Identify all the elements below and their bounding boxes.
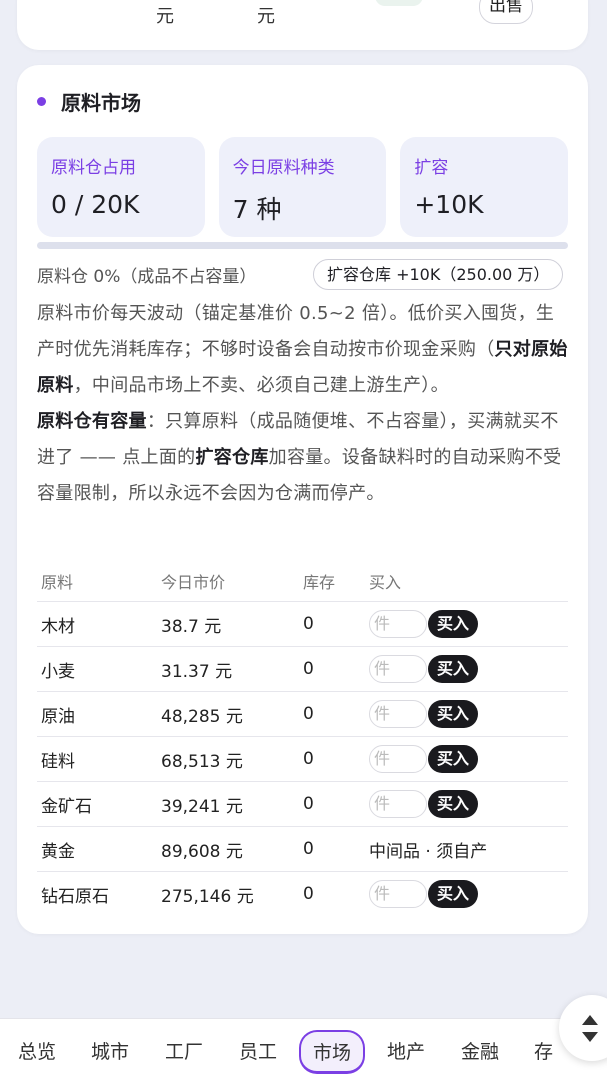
buy-controls: 件 买入 <box>369 737 478 781</box>
sell-button[interactable]: 出售 <box>479 0 533 24</box>
material-name: 黄金 <box>41 841 75 862</box>
material-name: 硅料 <box>41 751 75 772</box>
quantity-input[interactable]: 件 <box>369 790 427 818</box>
warehouse-status-row: 原料仓 0%（成品不占容量） 扩容仓库 +10K（250.00 万） <box>37 259 568 291</box>
material-stock: 0 <box>303 704 314 724</box>
stat-warehouse-usage: 原料仓占用 0 / 20K <box>37 137 205 237</box>
unit-label: 元 <box>257 6 275 27</box>
table-row: 原油 48,285 元 0 件 买入 <box>37 691 568 736</box>
table-row: 金矿石 39,241 元 0 件 买入 <box>37 781 568 826</box>
nav-item-finance[interactable]: 金融 <box>461 1037 499 1064</box>
buy-controls: 件 买入 <box>369 782 478 826</box>
material-table: 原料 今日市价 库存 买入 木材 38.7 元 0 件 买入 小麦 31.37 … <box>37 561 568 916</box>
nav-item-staff[interactable]: 员工 <box>239 1037 277 1064</box>
buy-controls: 件 买入 <box>369 647 478 691</box>
quantity-input[interactable]: 件 <box>369 610 427 638</box>
material-name: 木材 <box>41 616 75 637</box>
table-row: 钻石原石 275,146 元 0 件 买入 <box>37 871 568 916</box>
quantity-input[interactable]: 件 <box>369 745 427 773</box>
nav-item-city[interactable]: 城市 <box>91 1037 129 1064</box>
buy-controls: 件 买入 <box>369 692 478 736</box>
stat-expansion: 扩容 +10K <box>400 137 569 237</box>
desc-emphasis: 扩容仓库 <box>195 447 269 468</box>
stat-value: +10K <box>414 190 484 219</box>
column-header: 今日市价 <box>161 573 226 592</box>
quantity-input[interactable]: 件 <box>369 880 427 908</box>
stat-value: 0 / 20K <box>51 190 140 219</box>
buy-button[interactable]: 买入 <box>428 880 478 908</box>
unit-label: 元 <box>156 6 174 27</box>
card-header: 原料市场 <box>37 87 141 116</box>
table-row: 木材 38.7 元 0 件 买入 <box>37 601 568 646</box>
desc-emphasis: 原料仓有容量 <box>37 411 147 432</box>
material-price: 89,608 元 <box>161 841 243 862</box>
material-price: 68,513 元 <box>161 751 243 772</box>
quantity-input[interactable]: 件 <box>369 655 427 683</box>
arrow-down-icon <box>582 1032 598 1042</box>
market-description: 原料市价每天波动（锚定基准价 0.5~2 倍）。低价买入囤货，生产时优先消耗库存… <box>37 296 568 512</box>
raw-material-market-card: 原料市场 原料仓占用 0 / 20K 今日原料种类 7 种 扩容 +10K 原料… <box>17 65 588 934</box>
material-name: 小麦 <box>41 661 75 682</box>
nav-item-market[interactable]: 市场 <box>299 1030 366 1074</box>
arrow-up-icon <box>582 1015 598 1025</box>
nav-item-factory[interactable]: 工厂 <box>165 1037 203 1064</box>
stat-label: 原料仓占用 <box>51 158 136 178</box>
description-paragraph: 原料市价每天波动（锚定基准价 0.5~2 倍）。低价买入囤货，生产时优先消耗库存… <box>37 296 568 404</box>
buy-button[interactable]: 买入 <box>428 655 478 683</box>
nav-item-more[interactable]: 存 <box>534 1037 553 1064</box>
column-header: 买入 <box>369 573 402 592</box>
stat-label: 今日原料种类 <box>232 158 335 178</box>
table-row: 硅料 68,513 元 0 件 买入 <box>37 736 568 781</box>
description-paragraph: 原料仓有容量：只算原料（成品随便堆、不占容量），买满就买不进了 —— 点上面的扩… <box>37 404 568 512</box>
material-price: 275,146 元 <box>161 886 254 907</box>
warehouse-status-text: 原料仓 0%（成品不占容量） <box>37 267 257 287</box>
buy-button[interactable]: 买入 <box>428 745 478 773</box>
quantity-input[interactable]: 件 <box>369 700 427 728</box>
buy-controls: 件 买入 <box>369 872 478 916</box>
desc-text: 原料市价每天波动（锚定基准价 0.5~2 倍）。低价买入囤货，生产时优先消耗库存… <box>37 303 555 360</box>
warehouse-progress-bar <box>37 242 568 249</box>
stat-material-types: 今日原料种类 7 种 <box>218 137 387 237</box>
bullet-dot-icon <box>37 97 46 106</box>
material-price: 48,285 元 <box>161 706 243 727</box>
status-chip <box>375 0 423 6</box>
desc-text: ，中间品市场上不卖、必须自己建上游生产）。 <box>73 375 449 396</box>
material-price: 39,241 元 <box>161 796 243 817</box>
material-price: 38.7 元 <box>161 616 222 637</box>
material-price: 31.37 元 <box>161 661 233 682</box>
column-header: 库存 <box>303 573 336 592</box>
bottom-nav: 总览 城市 工厂 员工 市场 地产 金融 存 <box>0 1018 607 1080</box>
expand-warehouse-button[interactable]: 扩容仓库 +10K（250.00 万） <box>313 259 564 290</box>
stat-value: 7 种 <box>232 195 282 224</box>
table-header: 原料 今日市价 库存 买入 <box>37 561 568 601</box>
buy-button[interactable]: 买入 <box>428 790 478 818</box>
buy-button[interactable]: 买入 <box>428 700 478 728</box>
table-row: 小麦 31.37 元 0 件 买入 <box>37 646 568 691</box>
stat-label: 扩容 <box>414 158 449 178</box>
card-title: 原料市场 <box>61 91 141 115</box>
buy-button[interactable]: 买入 <box>428 610 478 638</box>
material-name: 金矿石 <box>41 796 92 817</box>
stats-row: 原料仓占用 0 / 20K 今日原料种类 7 种 扩容 +10K <box>37 137 569 237</box>
intermediate-note: 中间品 · 须自产 <box>369 841 488 862</box>
material-name: 钻石原石 <box>41 886 109 907</box>
material-stock: 0 <box>303 749 314 769</box>
buy-controls: 件 买入 <box>369 602 478 646</box>
table-row: 黄金 89,608 元 0 中间品 · 须自产 <box>37 826 568 871</box>
material-stock: 0 <box>303 659 314 679</box>
column-header: 原料 <box>41 573 74 592</box>
material-stock: 0 <box>303 794 314 814</box>
material-stock: 0 <box>303 614 314 634</box>
material-stock: 0 <box>303 884 314 904</box>
nav-item-realestate[interactable]: 地产 <box>387 1037 425 1064</box>
previous-card: 元 元 出售 <box>17 0 588 50</box>
nav-item-overview[interactable]: 总览 <box>18 1037 56 1064</box>
material-name: 原油 <box>41 706 75 727</box>
material-stock: 0 <box>303 839 314 859</box>
